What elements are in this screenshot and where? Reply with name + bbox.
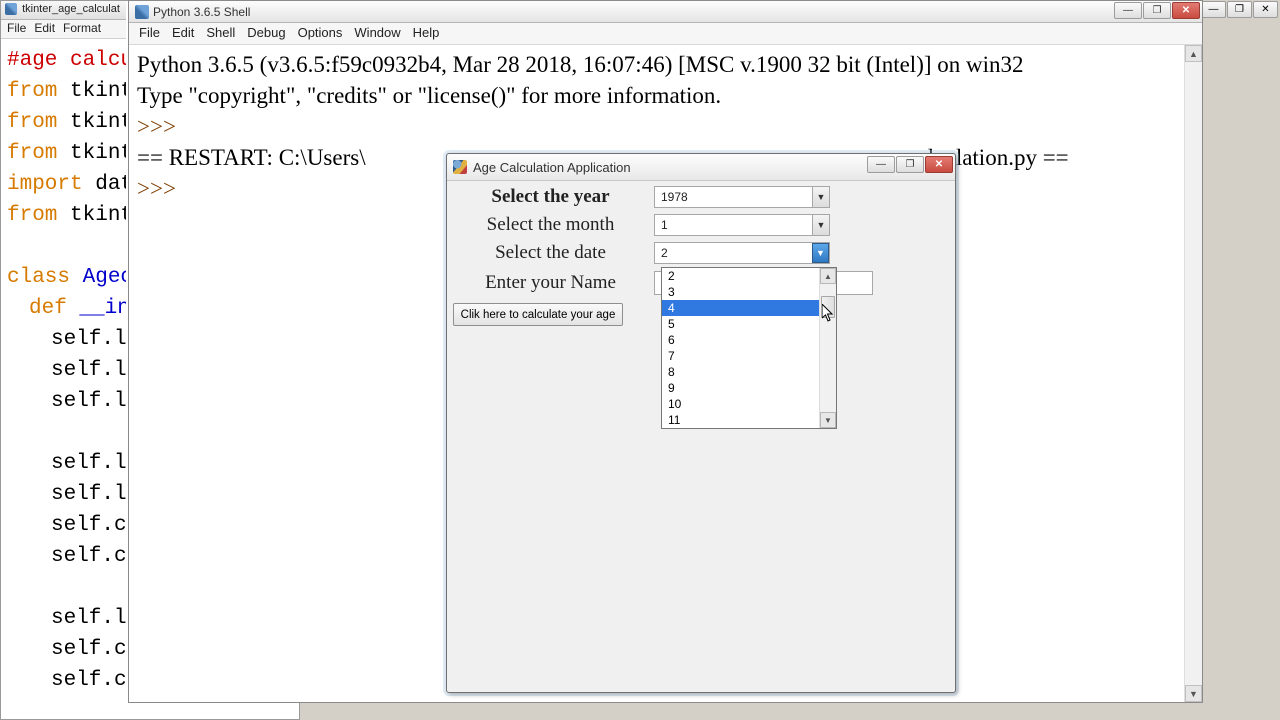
scroll-thumb[interactable]: [821, 296, 835, 318]
code-kw: from: [7, 204, 57, 227]
chevron-down-icon[interactable]: ▼: [812, 187, 829, 207]
label-year: Select the year: [447, 186, 654, 208]
shell-close-button[interactable]: ✕: [1172, 2, 1200, 19]
background-window-buttons: — ❐ ✕: [1201, 0, 1280, 21]
code-line: self.la: [51, 359, 126, 382]
age-calc-window: Age Calculation Application — ❐ ✕ Select…: [446, 153, 956, 693]
shell-banner: Type "copyright", "credits" or "license(…: [137, 80, 1176, 111]
code-kw: import: [7, 173, 83, 196]
dropdown-scrollbar[interactable]: ▲ ▼: [819, 268, 836, 428]
shell-scrollbar[interactable]: ▲ ▼: [1184, 45, 1202, 702]
code-line: self.c: [51, 514, 126, 537]
editor-menu-edit[interactable]: Edit: [34, 21, 55, 37]
code-kw: from: [7, 80, 57, 103]
age-calc-body: Select the year 1978 ▼ Select the month …: [447, 183, 955, 694]
editor-code-area[interactable]: #age calcu from tkint from tkint from tk…: [1, 39, 126, 719]
shell-menu-window[interactable]: Window: [354, 25, 400, 42]
year-combobox[interactable]: 1978 ▼: [654, 186, 830, 208]
code-line: self.la: [51, 483, 126, 506]
dropdown-option[interactable]: 5: [662, 316, 819, 332]
code-kw: from: [7, 111, 57, 134]
scroll-down-icon[interactable]: ▼: [1185, 685, 1202, 702]
code-line: self.la: [51, 390, 126, 413]
dropdown-option-highlighted[interactable]: 4: [662, 300, 819, 316]
dropdown-option[interactable]: 8: [662, 364, 819, 380]
shell-maximize-button[interactable]: ❐: [1143, 2, 1171, 19]
editor-title: tkinter_age_calculat: [22, 3, 120, 15]
editor-menu-format[interactable]: Format: [63, 21, 101, 37]
dropdown-option[interactable]: 11: [662, 412, 819, 428]
shell-banner: Python 3.6.5 (v3.6.5:f59c0932b4, Mar 28 …: [137, 49, 1176, 80]
dropdown-option[interactable]: 10: [662, 396, 819, 412]
shell-menubar: File Edit Shell Debug Options Window Hel…: [129, 23, 1202, 45]
scroll-up-icon[interactable]: ▲: [820, 268, 836, 284]
year-value: 1978: [655, 190, 812, 204]
shell-minimize-button[interactable]: —: [1114, 2, 1142, 19]
code-line: self.la: [51, 607, 126, 630]
age-calc-title: Age Calculation Application: [473, 160, 631, 175]
editor-menu-file[interactable]: File: [7, 21, 26, 37]
code-line: #age calcu: [7, 49, 126, 72]
editor-titlebar[interactable]: tkinter_age_calculat: [1, 1, 126, 20]
shell-menu-shell[interactable]: Shell: [206, 25, 235, 42]
code-line: self.la: [51, 328, 126, 351]
label-date: Select the date: [447, 242, 654, 264]
date-dropdown-list[interactable]: 2 3 4 5 6 7 8 9 10 11 ▲ ▼: [661, 267, 837, 429]
code-line: self.la: [51, 452, 126, 475]
dropdown-option[interactable]: 3: [662, 284, 819, 300]
python-icon: [135, 5, 149, 19]
tk-feather-icon: [453, 160, 467, 174]
shell-titlebar[interactable]: Python 3.6.5 Shell — ❐ ✕: [129, 1, 1202, 23]
code-line: self.c: [51, 638, 126, 661]
tk-close-button[interactable]: ✕: [925, 156, 953, 173]
scroll-down-icon[interactable]: ▼: [820, 412, 836, 428]
bg-maximize-button[interactable]: ❐: [1227, 1, 1252, 18]
dropdown-option[interactable]: 2: [662, 268, 819, 284]
dropdown-option[interactable]: 9: [662, 380, 819, 396]
code-kw: class: [7, 266, 70, 289]
shell-menu-debug[interactable]: Debug: [247, 25, 285, 42]
shell-title: Python 3.6.5 Shell: [153, 5, 250, 19]
code-kw: from: [7, 142, 57, 165]
editor-menubar: File Edit Format: [1, 20, 126, 39]
dropdown-option[interactable]: 7: [662, 348, 819, 364]
tk-maximize-button[interactable]: ❐: [896, 156, 924, 173]
calculate-age-button[interactable]: Clik here to calculate your age: [453, 303, 623, 326]
shell-prompt: >>>: [137, 111, 1176, 142]
bg-minimize-button[interactable]: —: [1201, 1, 1226, 18]
code-line: self.c: [51, 669, 126, 692]
date-combobox[interactable]: 2 ▼: [654, 242, 830, 264]
scroll-up-icon[interactable]: ▲: [1185, 45, 1202, 62]
tk-minimize-button[interactable]: —: [867, 156, 895, 173]
shell-menu-help[interactable]: Help: [413, 25, 440, 42]
label-month: Select the month: [447, 214, 654, 236]
shell-menu-file[interactable]: File: [139, 25, 160, 42]
code-line: self.c: [51, 545, 126, 568]
label-name: Enter your Name: [447, 272, 654, 294]
code-kw: def: [29, 297, 67, 320]
python-icon: [5, 3, 17, 15]
shell-menu-edit[interactable]: Edit: [172, 25, 194, 42]
chevron-down-icon[interactable]: ▼: [812, 215, 829, 235]
bg-close-button[interactable]: ✕: [1253, 1, 1278, 18]
chevron-down-icon[interactable]: ▼: [812, 243, 829, 263]
age-calc-titlebar[interactable]: Age Calculation Application — ❐ ✕: [447, 154, 955, 181]
shell-menu-options[interactable]: Options: [298, 25, 343, 42]
dropdown-option[interactable]: 6: [662, 332, 819, 348]
month-value: 1: [655, 218, 812, 232]
date-value: 2: [655, 246, 812, 260]
month-combobox[interactable]: 1 ▼: [654, 214, 830, 236]
